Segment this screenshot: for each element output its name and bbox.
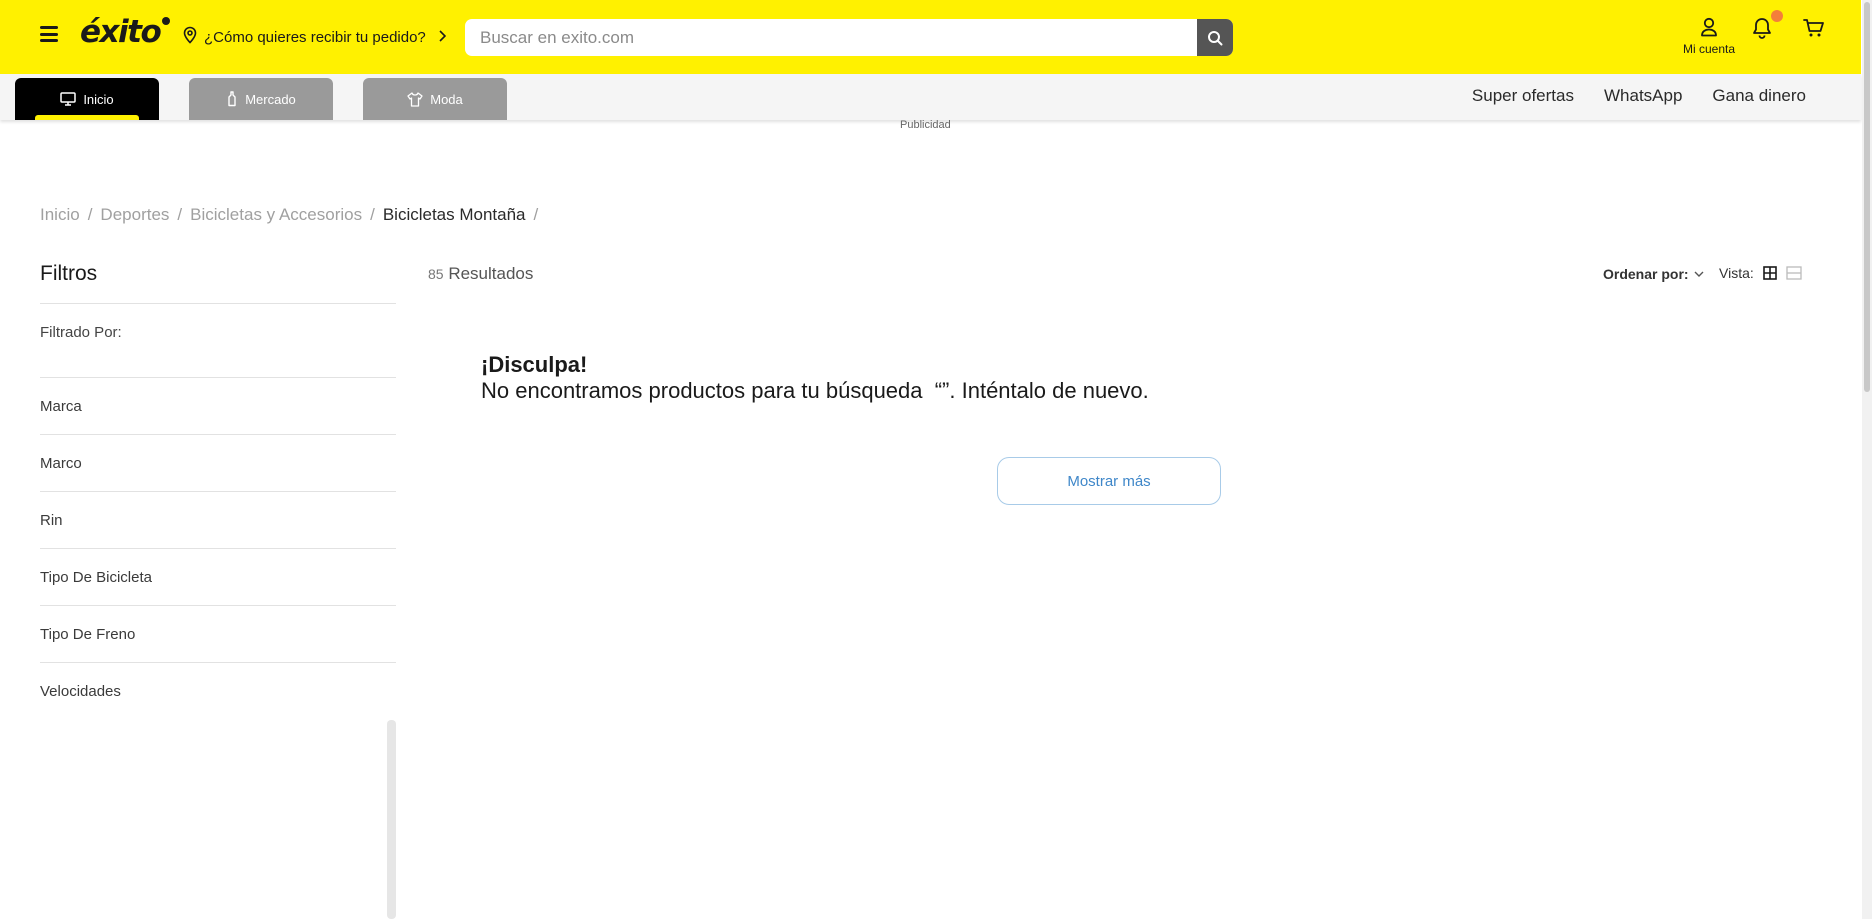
- facet-tipo-bicicleta[interactable]: Tipo De Bicicleta: [40, 549, 396, 606]
- list-view-button[interactable]: [1786, 266, 1802, 280]
- active-tab-indicator: [35, 115, 139, 120]
- monitor-icon: [60, 92, 77, 106]
- facet-velocidades[interactable]: Velocidades: [40, 663, 396, 720]
- chevron-down-icon: [1694, 271, 1704, 277]
- facet-marca[interactable]: Marca: [40, 378, 396, 435]
- tab-label: Inicio: [83, 91, 114, 107]
- breadcrumb-bicicletas-accesorios[interactable]: Bicicletas y Accesorios: [190, 205, 362, 225]
- results-count: 85 Resultados: [428, 264, 533, 284]
- results-number: 85: [428, 266, 444, 282]
- nav-links: Super ofertas WhatsApp Gana dinero: [1472, 86, 1806, 106]
- tab-label: Moda: [430, 91, 463, 107]
- list-icon: [1786, 266, 1802, 280]
- tab-moda[interactable]: Moda: [363, 78, 507, 120]
- top-header: éxito ¿Cómo quieres recibir tu pedido? M…: [0, 0, 1861, 74]
- bell-icon: [1753, 18, 1771, 39]
- filtered-by-label: Filtrado Por:: [40, 304, 396, 378]
- page-scrollbar[interactable]: [1862, 0, 1872, 919]
- show-more-button[interactable]: Mostrar más: [997, 457, 1221, 505]
- view-label: Vista:: [1719, 265, 1754, 281]
- menu-icon[interactable]: [40, 26, 58, 42]
- view-toggle: Vista:: [1719, 265, 1802, 281]
- facet-tipo-freno[interactable]: Tipo De Freno: [40, 606, 396, 663]
- search-icon: [1208, 30, 1223, 45]
- ad-label: Publicidad: [900, 119, 951, 131]
- location-prompt: ¿Cómo quieres recibir tu pedido?: [204, 28, 426, 46]
- search-input[interactable]: [465, 19, 1197, 56]
- account-button[interactable]: Mi cuenta: [1676, 17, 1742, 56]
- location-pin-icon: [182, 26, 198, 48]
- notifications-button[interactable]: [1752, 10, 1783, 44]
- sort-label: Ordenar por:: [1603, 266, 1689, 282]
- tab-mercado[interactable]: Mercado: [189, 78, 333, 120]
- logo-text: éxito: [80, 14, 162, 50]
- facet-rin[interactable]: Rin: [40, 492, 396, 549]
- exito-logo[interactable]: éxito: [80, 14, 171, 50]
- results-label: Resultados: [448, 264, 534, 283]
- filters-panel: Filtros Filtrado Por: Marca Marco Rin Ti…: [40, 262, 396, 720]
- link-gana-dinero[interactable]: Gana dinero: [1712, 86, 1806, 106]
- empty-text: No encontramos productos para tu búsqued…: [481, 378, 1149, 403]
- user-icon: [1701, 17, 1717, 37]
- grid-icon: [1762, 266, 1777, 280]
- shirt-icon: [407, 91, 423, 107]
- empty-results-message: ¡Disculpa! No encontramos productos para…: [481, 352, 1149, 404]
- filters-scrollbar[interactable]: [387, 720, 396, 919]
- cart-button[interactable]: [1803, 18, 1825, 43]
- breadcrumb: Inicio / Deportes / Bicicletas y Accesorio…: [40, 205, 539, 225]
- facet-marco[interactable]: Marco: [40, 435, 396, 492]
- chevron-right-icon: [438, 29, 446, 46]
- category-nav: Inicio Mercado Moda Super ofertas WhatsA…: [0, 74, 1861, 120]
- link-super-ofertas[interactable]: Super ofertas: [1472, 86, 1574, 106]
- notification-badge: [1771, 10, 1783, 22]
- bottle-icon: [228, 91, 236, 107]
- sort-dropdown[interactable]: Ordenar por:: [1603, 266, 1704, 282]
- delivery-location-selector[interactable]: ¿Cómo quieres recibir tu pedido?: [182, 26, 446, 48]
- grid-view-button[interactable]: [1762, 266, 1777, 280]
- account-label: Mi cuenta: [1682, 42, 1736, 56]
- empty-heading: ¡Disculpa!: [481, 352, 588, 377]
- scrollbar-thumb[interactable]: [1864, 2, 1870, 392]
- cart-icon: [1803, 19, 1824, 37]
- tab-inicio[interactable]: Inicio: [15, 78, 159, 120]
- search-bar: [465, 19, 1233, 56]
- filters-title: Filtros: [40, 262, 396, 304]
- breadcrumb-inicio[interactable]: Inicio: [40, 205, 80, 225]
- search-button[interactable]: [1197, 19, 1233, 56]
- breadcrumb-current: Bicicletas Montaña: [382, 205, 526, 224]
- breadcrumb-deportes[interactable]: Deportes: [100, 205, 169, 225]
- tab-label: Mercado: [245, 91, 296, 107]
- link-whatsapp[interactable]: WhatsApp: [1604, 86, 1682, 106]
